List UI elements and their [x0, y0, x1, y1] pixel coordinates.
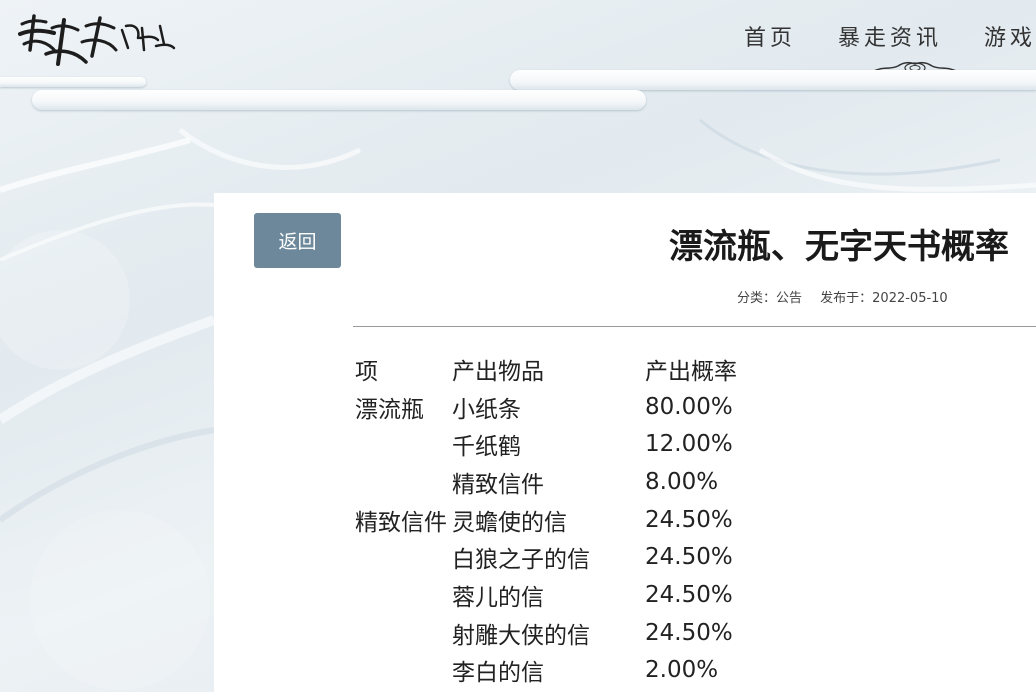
table-cell: 千纸鹤	[452, 434, 521, 461]
table-cell: 12.00%	[645, 431, 733, 458]
table-cell: 2.00%	[645, 657, 719, 684]
article-date: 发布于：2022-05-10	[820, 291, 948, 306]
back-button[interactable]: 返回	[254, 213, 341, 268]
decor-bar	[510, 70, 1036, 90]
table-cell: 射雕大侠的信	[452, 622, 590, 649]
table-cell: 24.50%	[645, 581, 733, 608]
table-row: 蓉儿的信 24.50%	[355, 576, 795, 614]
nav-home[interactable]: 首页	[744, 20, 796, 52]
table-cell	[355, 463, 452, 501]
table-row: 射雕大侠的信 24.50%	[355, 614, 795, 652]
site-header: 首页 暴走资讯 游戏	[0, 0, 1036, 80]
table-cell: 李白的信	[452, 660, 544, 687]
table-row: 白狼之子的信 24.50%	[355, 538, 795, 576]
decor-bar	[32, 90, 646, 110]
table-cell	[355, 614, 452, 652]
article-title: 漂流瓶、无字天书概率	[669, 227, 1009, 267]
table-row: 精致信件 8.00%	[355, 463, 795, 501]
table-row: 李白的信 2.00%	[355, 652, 795, 690]
table-cell: 24.50%	[645, 544, 733, 571]
table-cell: 精致信件	[355, 509, 447, 536]
table-header-cell: 产出物品	[452, 358, 544, 385]
divider	[353, 326, 1036, 327]
table-row: 漂流瓶 小纸条 80.00%	[355, 388, 795, 426]
table-header-cell: 项	[355, 358, 378, 385]
table-cell: 精致信件	[452, 471, 544, 498]
table-header-cell: 产出概率	[645, 358, 737, 385]
probability-table: 项 产出物品 产出概率 漂流瓶 小纸条 80.00% 千纸鹤 12.00% 精致…	[355, 350, 795, 689]
nav-game[interactable]: 游戏	[984, 20, 1036, 52]
table-cell	[355, 538, 452, 576]
table-row: 精致信件 灵蟾使的信 24.50%	[355, 501, 795, 539]
table-header-row: 项 产出物品 产出概率	[355, 350, 795, 388]
table-cell: 80.00%	[645, 393, 733, 420]
table-cell: 小纸条	[452, 396, 521, 423]
site-logo[interactable]	[16, 8, 176, 72]
main-nav: 首页 暴走资讯 游戏	[744, 20, 1036, 52]
article-card: 返回 漂流瓶、无字天书概率 分类：公告 发布于：2022-05-10 项 产出物…	[214, 193, 1036, 692]
table-cell: 24.50%	[645, 506, 733, 533]
article-category: 分类：公告	[737, 291, 803, 306]
table-cell	[355, 652, 452, 690]
table-cell: 漂流瓶	[355, 396, 424, 423]
table-cell	[355, 425, 452, 463]
table-cell: 蓉儿的信	[452, 584, 544, 611]
table-row: 千纸鹤 12.00%	[355, 425, 795, 463]
table-cell: 24.50%	[645, 619, 733, 646]
table-cell: 灵蟾使的信	[452, 509, 567, 536]
nav-news[interactable]: 暴走资讯	[838, 20, 942, 52]
table-cell: 白狼之子的信	[452, 547, 590, 574]
article-meta: 分类：公告 发布于：2022-05-10	[737, 287, 962, 306]
decor-bar	[0, 77, 146, 87]
table-cell: 8.00%	[645, 468, 719, 495]
table-cell	[355, 576, 452, 614]
logo-brush-icon	[18, 14, 176, 66]
